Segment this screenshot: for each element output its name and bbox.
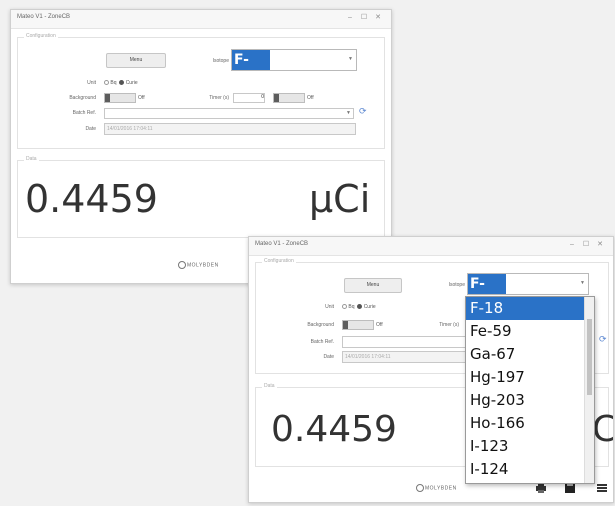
date-label: Date [323,354,334,360]
batch-ref-select[interactable]: ▼ [104,108,354,119]
logo-text: MOLYBDEN [425,485,457,492]
date-label: Date [85,126,96,132]
menu-button[interactable]: Menu [344,278,402,293]
chevron-down-icon: ▼ [348,56,353,62]
isotope-selected-value: F-18 [468,274,506,312]
timer-input[interactable]: 0 [233,93,265,103]
background-toggle[interactable] [104,93,136,103]
unit-bq-label: Bq [348,304,355,310]
dropdown-option[interactable]: Hg-203 [466,389,594,412]
unit-bq-label: Bq [110,80,117,86]
refresh-icon[interactable]: ⟳ [359,107,367,116]
background-label: Background [307,322,334,328]
scrollbar-thumb[interactable] [587,319,592,395]
toggle-knob [343,321,348,329]
background-state: Off [376,322,383,328]
background-label: Background [69,95,96,101]
close-button[interactable]: ✕ [371,13,385,21]
timer-toggle[interactable] [273,93,305,103]
toggle-knob [105,94,110,102]
isotope-selected-value: F-18 [232,50,270,88]
unit-label: Unit [325,304,334,310]
window-title: Mateo V1 - ZoneCB [255,241,309,247]
company-logo: MOLYBDEN [177,261,219,269]
minimize-button[interactable]: – [343,14,357,21]
unit-curie-radio[interactable] [119,80,125,86]
logo-text: MOLYBDEN [187,262,219,269]
configuration-panel-label: Configuration [262,258,296,264]
screenshot-root: { "window": { "title": "Mateo V1 - ZoneC… [0,0,615,506]
close-button[interactable]: ✕ [593,240,607,248]
batch-ref-label: Batch Ref. [72,110,96,116]
timer-state: Off [307,95,314,101]
maximize-button[interactable]: ☐ [579,240,593,248]
isotope-select[interactable]: F-18 ▼ [231,49,357,88]
unit-radio-group: Bq Curie [342,304,376,310]
dropdown-option[interactable]: Ho-166 [466,412,594,435]
settings-icon[interactable] [596,482,608,494]
dropdown-option[interactable]: I-124 [466,458,594,481]
dropdown-option[interactable]: Ga-67 [466,343,594,366]
date-value: 14/01/2016 17:04:11 [345,354,391,360]
background-toggle[interactable] [342,320,374,330]
batch-ref-label: Batch Ref. [310,339,334,345]
unit-curie-label: Curie [125,80,138,86]
refresh-icon[interactable]: ⟳ [599,335,607,344]
minimize-button[interactable]: – [565,241,579,248]
dropdown-option[interactable]: Fe-59 [466,320,594,343]
timer-label: Timer (s) [209,95,229,101]
unit-curie-radio[interactable] [357,304,363,310]
maximize-button[interactable]: ☐ [357,13,371,21]
date-field: 14/01/2016 17:04:11 [104,123,356,135]
isotope-label: Isotope [212,58,229,64]
activity-unit: μCi [309,177,371,221]
toggle-knob [274,94,279,102]
dropdown-scrollbar[interactable] [584,297,594,483]
isotope-label: Isotope [448,282,465,288]
title-bar: Mateo V1 - ZoneCB – ☐ ✕ [249,237,613,256]
background-state: Off [138,95,145,101]
activity-reading: 0.4459 [25,177,158,221]
date-value: 14/01/2016 17:04:11 [107,126,153,132]
unit-radio-group: Bq Curie [104,80,138,86]
dropdown-option[interactable]: Hg-197 [466,366,594,389]
menu-button[interactable]: Menu [106,53,166,68]
unit-label: Unit [87,80,96,86]
chevron-down-icon: ▼ [346,110,351,116]
timer-label: Timer (s) [439,322,459,328]
configuration-panel-label: Configuration [24,33,58,39]
unit-bq-radio[interactable] [342,304,347,310]
date-field: 14/01/2016 17:04:11 [342,351,466,363]
display-panel-label: Data [262,383,277,389]
display-panel-label: Data [24,156,39,162]
window-title: Mateo V1 - ZoneCB [17,14,71,20]
unit-curie-label: Curie [363,304,376,310]
dropdown-option[interactable]: I-123 [466,435,594,458]
title-bar: Mateo V1 - ZoneCB – ☐ ✕ [11,10,391,29]
company-logo: MOLYBDEN [415,484,457,492]
unit-bq-radio[interactable] [104,80,109,86]
dropdown-option[interactable]: F-18 [466,297,594,320]
isotope-dropdown-list: F-18 Fe-59 Ga-67 Hg-197 Hg-203 Ho-166 I-… [465,296,595,484]
isotope-select[interactable]: F-18 ▼ [467,273,589,312]
chevron-down-icon: ▼ [580,280,585,286]
timer-input-value: 0 [261,94,264,100]
activity-reading: 0.4459 [271,409,397,450]
